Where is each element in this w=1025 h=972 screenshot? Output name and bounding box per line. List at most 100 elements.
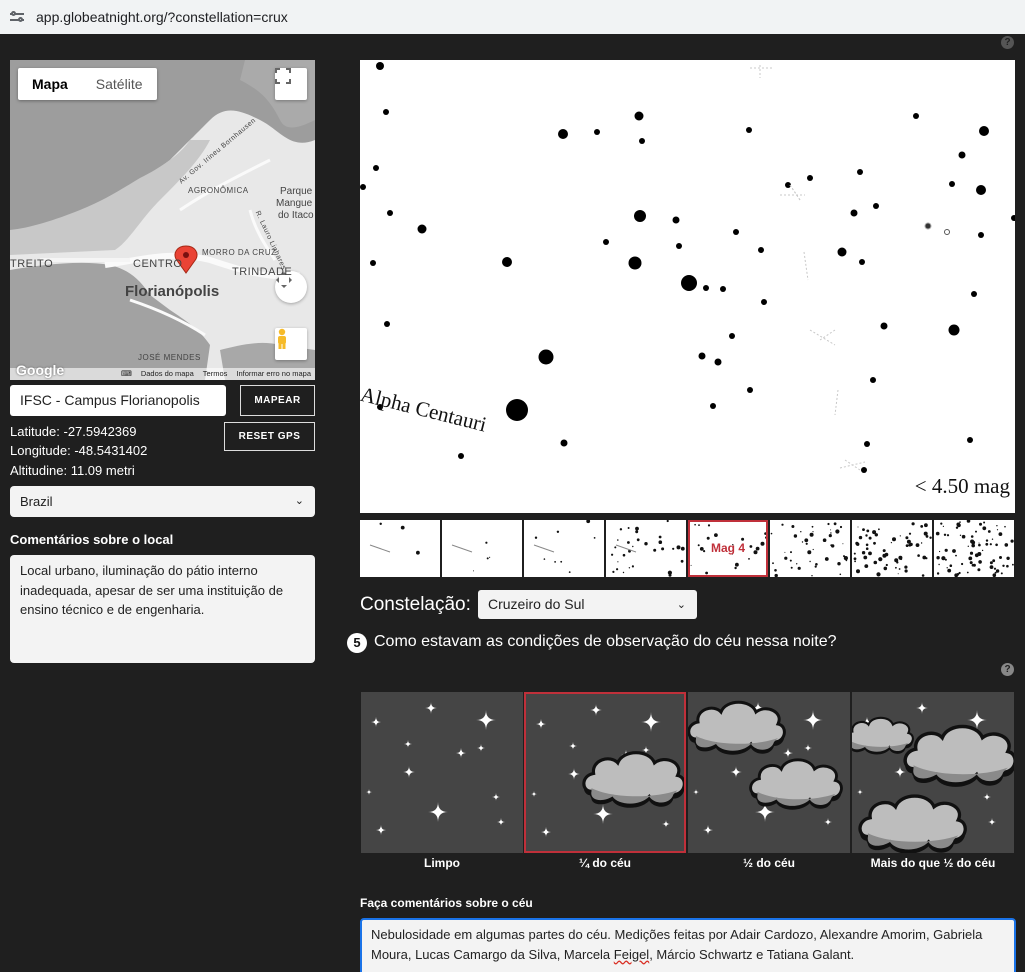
thumb-star bbox=[917, 554, 920, 557]
reset-gps-button[interactable]: RESET GPS bbox=[224, 422, 315, 451]
cloud-shape bbox=[749, 758, 843, 810]
sparkle-star bbox=[693, 789, 699, 795]
map-terms-link[interactable]: Termos bbox=[203, 368, 228, 380]
address-bar[interactable]: app.globeatnight.org/?constellation=crux bbox=[0, 0, 1025, 34]
fullscreen-button[interactable] bbox=[275, 68, 307, 100]
chart-star bbox=[370, 260, 376, 266]
country-select[interactable]: Brazil ⌄ bbox=[10, 486, 315, 517]
help-icon-top[interactable]: ? bbox=[1001, 36, 1014, 49]
thumb-star bbox=[653, 548, 657, 552]
thumb-starfield bbox=[853, 522, 932, 577]
chart-star bbox=[387, 210, 393, 216]
thumb-star bbox=[822, 538, 827, 542]
street-view-button[interactable] bbox=[275, 328, 307, 360]
chart-star bbox=[538, 349, 554, 365]
clear-sky-icon bbox=[366, 702, 505, 835]
chart-star bbox=[729, 333, 735, 339]
chart-star bbox=[857, 169, 863, 175]
map-report-link[interactable]: Informar erro no mapa bbox=[236, 368, 311, 380]
location-name-input[interactable]: IFSC - Campus Florianopolis bbox=[10, 385, 226, 416]
thumb-star bbox=[911, 522, 915, 526]
pegman-icon bbox=[278, 328, 286, 349]
thumb-star bbox=[966, 520, 971, 523]
thumb-star bbox=[627, 541, 630, 544]
magnitude-thumb-5[interactable]: Mag 4 bbox=[688, 520, 768, 577]
sky-option-half[interactable] bbox=[688, 692, 850, 853]
thumb-star bbox=[843, 555, 845, 558]
thumb-star bbox=[828, 534, 832, 538]
location-map[interactable]: Mapa Satélite Florianópolis CENTRO TRIND… bbox=[10, 60, 315, 380]
chart-star bbox=[747, 387, 753, 393]
thumb-star bbox=[734, 566, 737, 570]
thumb-star bbox=[812, 531, 814, 533]
thumb-star bbox=[705, 571, 708, 575]
magnitude-thumb-3[interactable] bbox=[524, 520, 604, 577]
thumb-star bbox=[617, 539, 619, 541]
thumb-star bbox=[975, 530, 977, 533]
altitude-text: Altitudine: 11.09 metri bbox=[10, 463, 135, 478]
map-label-centro: CENTRO bbox=[133, 258, 183, 270]
thumb-star bbox=[904, 569, 908, 573]
thumb-star bbox=[865, 534, 868, 537]
sparkle-star bbox=[476, 710, 496, 730]
sky-option-limpo[interactable] bbox=[361, 692, 523, 853]
thumb-star bbox=[942, 525, 944, 527]
thumb-star bbox=[920, 542, 923, 544]
chart-star bbox=[634, 111, 644, 121]
chart-grid-line bbox=[819, 329, 836, 341]
chart-star bbox=[628, 256, 642, 270]
sparkle-star bbox=[641, 712, 661, 732]
map-data-link[interactable]: Dados do mapa bbox=[141, 368, 194, 380]
url-text[interactable]: app.globeatnight.org/?constellation=crux bbox=[36, 9, 288, 25]
thumb-star bbox=[865, 543, 869, 547]
thumb-star bbox=[635, 530, 639, 534]
thumb-star bbox=[878, 557, 883, 562]
thumb-star bbox=[955, 554, 957, 557]
thumb-star bbox=[861, 551, 866, 555]
thumb-starfield bbox=[533, 520, 596, 573]
sky-comments-misspelled: Feigel bbox=[613, 946, 650, 962]
keyboard-icon[interactable]: ⌨ bbox=[121, 368, 132, 380]
thumb-star bbox=[791, 525, 795, 528]
sparkle-star bbox=[983, 793, 991, 801]
thumb-star bbox=[658, 540, 663, 544]
mapear-button[interactable]: MAPEAR bbox=[240, 385, 315, 416]
thumb-star bbox=[619, 528, 623, 531]
thumb-star bbox=[636, 538, 640, 542]
chart-grid-line bbox=[789, 184, 801, 201]
magnitude-thumb-8[interactable] bbox=[934, 520, 1014, 577]
chart-star-hollow bbox=[924, 222, 932, 230]
chart-star bbox=[698, 352, 706, 360]
thumb-starfield bbox=[935, 520, 1014, 577]
magnitude-thumb-2[interactable] bbox=[442, 520, 522, 577]
magnitude-thumb-6[interactable] bbox=[770, 520, 850, 577]
thumb-star bbox=[924, 523, 928, 528]
chart-star bbox=[880, 322, 888, 330]
magnitude-thumb-7[interactable] bbox=[852, 520, 932, 577]
chart-star bbox=[384, 321, 390, 327]
map-tab-mapa[interactable]: Mapa bbox=[18, 68, 82, 100]
sparkle-star bbox=[988, 818, 996, 826]
chart-star bbox=[873, 203, 879, 209]
sparkle-star bbox=[803, 710, 823, 730]
help-icon[interactable]: ? bbox=[1001, 663, 1014, 676]
chart-star bbox=[672, 216, 680, 224]
thumb-star bbox=[996, 525, 998, 527]
thumb-star bbox=[586, 520, 591, 524]
thumb-star bbox=[862, 528, 865, 531]
site-settings-icon[interactable] bbox=[10, 10, 24, 24]
thumb-label-line bbox=[369, 544, 391, 553]
map-tab-satelite[interactable]: Satélite bbox=[82, 68, 157, 100]
thumb-star bbox=[883, 566, 888, 571]
sky-comments-textarea[interactable]: Nebulosidade em algumas partes do céu. M… bbox=[360, 918, 1016, 972]
magnitude-thumb-1[interactable] bbox=[360, 520, 440, 577]
location-comments-textarea[interactable]: Local urbano, iluminação do pátio intern… bbox=[10, 555, 315, 663]
map-label-estreito: TREITO bbox=[10, 258, 54, 270]
sky-option-quarter[interactable] bbox=[524, 692, 686, 853]
magnitude-thumb-4[interactable] bbox=[606, 520, 686, 577]
chart-star bbox=[913, 113, 919, 119]
thumb-star bbox=[617, 561, 619, 563]
sky-option-more-than-half[interactable] bbox=[852, 692, 1014, 853]
thumb-star bbox=[770, 532, 773, 535]
constellation-select[interactable]: Cruzeiro do Sul ⌄ bbox=[478, 590, 697, 619]
